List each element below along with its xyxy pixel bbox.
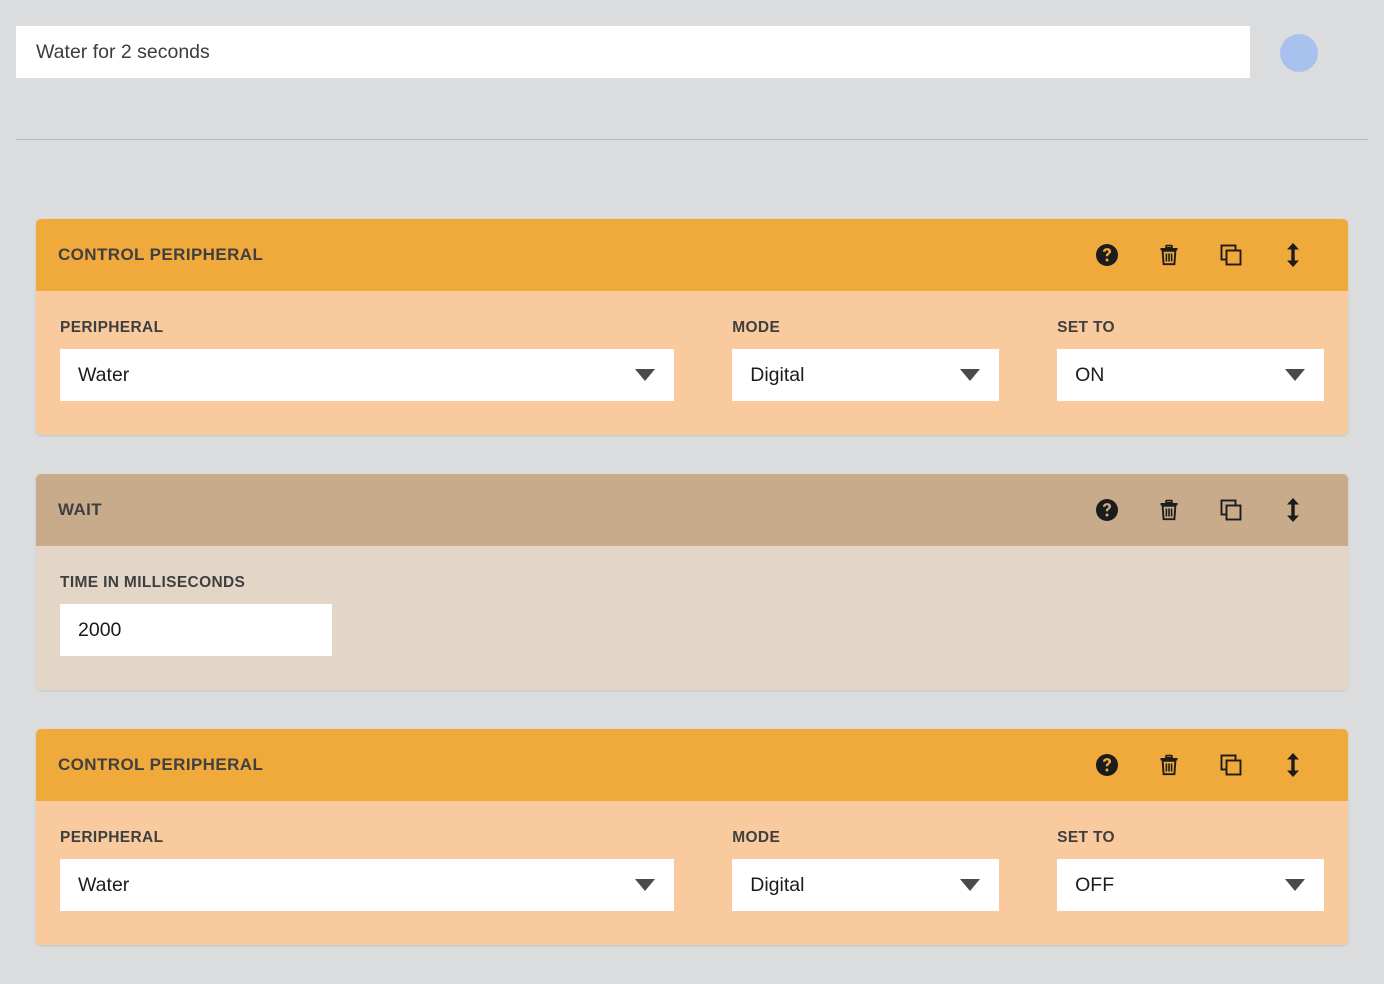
peripheral-label: PERIPHERAL [60,829,674,847]
copy-icon[interactable] [1218,242,1244,268]
drag-vertical-icon[interactable] [1280,242,1306,268]
copy-icon[interactable] [1218,497,1244,523]
field-mode: MODE Digital [732,829,999,911]
mode-select[interactable]: Digital [732,859,999,911]
block-card-control-peripheral: CONTROL PERIPHERAL [36,219,1348,435]
chevron-down-icon [1285,879,1305,891]
field-set-to: SET TO ON [1057,319,1324,401]
peripheral-value: Water [60,874,129,897]
block-card-wait: WAIT [36,474,1348,690]
set-to-select[interactable]: ON [1057,349,1324,401]
mode-value: Digital [732,874,804,897]
mode-label: MODE [732,319,999,337]
block-card-control-peripheral: CONTROL PERIPHERAL [36,729,1348,945]
header-divider [16,139,1368,140]
help-icon[interactable] [1094,497,1120,523]
set-to-select[interactable]: OFF [1057,859,1324,911]
set-to-label: SET TO [1057,319,1324,337]
drag-vertical-icon[interactable] [1280,752,1306,778]
block-list: CONTROL PERIPHERAL [0,219,1384,984]
peripheral-value: Water [60,364,129,387]
field-peripheral: PERIPHERAL Water [60,319,674,401]
help-icon[interactable] [1094,242,1120,268]
block-title: WAIT [58,500,1094,520]
chevron-down-icon [1285,369,1305,381]
block-actions [1094,752,1326,778]
set-to-value: ON [1057,364,1104,387]
peripheral-select[interactable]: Water [60,349,674,401]
block-body: PERIPHERAL Water MODE Digital SET TO OFF [36,801,1348,945]
chevron-down-icon [960,879,980,891]
avatar[interactable] [1280,34,1318,72]
time-label: TIME IN MILLISECONDS [60,574,332,592]
field-mode: MODE Digital [732,319,999,401]
mode-select[interactable]: Digital [732,349,999,401]
block-actions [1094,242,1326,268]
field-time-in-milliseconds: TIME IN MILLISECONDS [60,574,332,656]
chevron-down-icon [635,879,655,891]
trash-icon[interactable] [1156,497,1182,523]
time-input[interactable] [60,604,332,656]
routine-title-input[interactable] [16,26,1250,78]
block-body: PERIPHERAL Water MODE Digital SET TO ON [36,291,1348,435]
block-body: TIME IN MILLISECONDS [36,546,1348,690]
chevron-down-icon [960,369,980,381]
block-title: CONTROL PERIPHERAL [58,245,1094,265]
field-set-to: SET TO OFF [1057,829,1324,911]
help-icon[interactable] [1094,752,1120,778]
set-to-value: OFF [1057,874,1114,897]
chevron-down-icon [635,369,655,381]
mode-label: MODE [732,829,999,847]
block-header: CONTROL PERIPHERAL [36,219,1348,291]
block-actions [1094,497,1326,523]
block-title: CONTROL PERIPHERAL [58,755,1094,775]
set-to-label: SET TO [1057,829,1324,847]
block-header: CONTROL PERIPHERAL [36,729,1348,801]
trash-icon[interactable] [1156,242,1182,268]
field-peripheral: PERIPHERAL Water [60,829,674,911]
peripheral-label: PERIPHERAL [60,319,674,337]
top-bar [0,0,1384,140]
mode-value: Digital [732,364,804,387]
copy-icon[interactable] [1218,752,1244,778]
peripheral-select[interactable]: Water [60,859,674,911]
drag-vertical-icon[interactable] [1280,497,1306,523]
trash-icon[interactable] [1156,752,1182,778]
block-header: WAIT [36,474,1348,546]
